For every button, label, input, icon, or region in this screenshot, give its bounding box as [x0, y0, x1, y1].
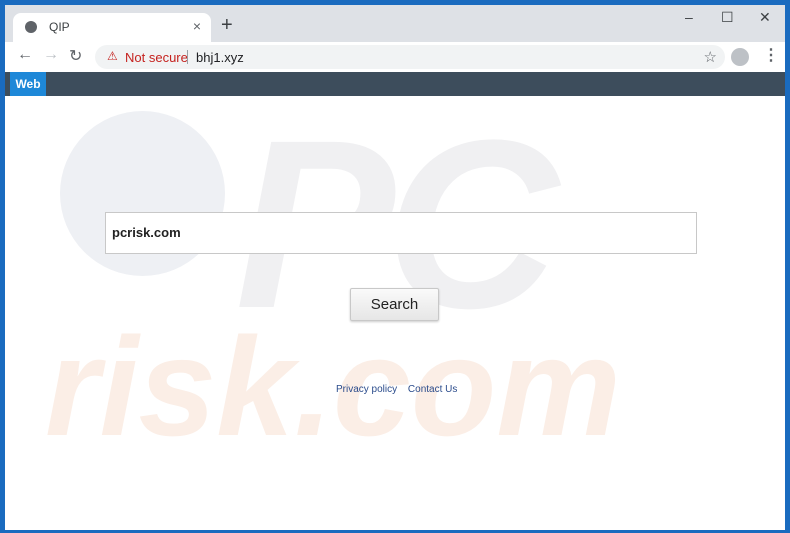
maximize-button[interactable]: ☐ [721, 9, 734, 26]
separator [187, 50, 188, 64]
bookmark-star-icon[interactable]: ☆ [704, 48, 717, 66]
search-button[interactable]: Search [350, 288, 439, 321]
close-window-button[interactable]: ✕ [759, 9, 771, 26]
search-box [105, 212, 697, 254]
page-content: PC risk.com Search Privacy policy Contac… [5, 96, 785, 530]
forward-button[interactable]: → [43, 46, 59, 64]
watermark-risk: risk.com [45, 308, 621, 465]
address-bar[interactable]: ⚠ Not secure bhj1.xyz ☆ [95, 45, 725, 69]
browser-menu-icon[interactable]: ⋮ [763, 45, 779, 65]
security-label[interactable]: Not secure [125, 50, 188, 65]
contact-us-link[interactable]: Contact Us [408, 384, 457, 395]
warning-icon[interactable]: ⚠ [107, 49, 118, 63]
tab-close-icon[interactable]: × [193, 18, 201, 34]
search-input[interactable] [106, 213, 688, 251]
footer-links: Privacy policy Contact Us [336, 384, 465, 395]
browser-window: QIP × + – ☐ ✕ ← → ↻ ⚠ Not secure bhj1.xy… [5, 5, 785, 530]
profile-avatar-icon[interactable] [731, 48, 749, 66]
minimize-button[interactable]: – [685, 9, 693, 25]
new-tab-button[interactable]: + [221, 13, 233, 37]
url-text[interactable]: bhj1.xyz [196, 50, 244, 65]
site-nav-bar: Web [5, 72, 785, 96]
back-button[interactable]: ← [17, 46, 33, 64]
privacy-policy-link[interactable]: Privacy policy [336, 384, 397, 395]
globe-icon [25, 21, 37, 33]
title-bar: QIP × + – ☐ ✕ [5, 5, 785, 42]
tab-qip[interactable]: QIP × [13, 13, 211, 42]
tab-title: QIP [49, 20, 70, 34]
reload-button[interactable]: ↻ [69, 46, 82, 66]
nav-tab-web[interactable]: Web [10, 72, 46, 96]
browser-toolbar: ← → ↻ ⚠ Not secure bhj1.xyz ☆ ⋮ [5, 42, 785, 72]
